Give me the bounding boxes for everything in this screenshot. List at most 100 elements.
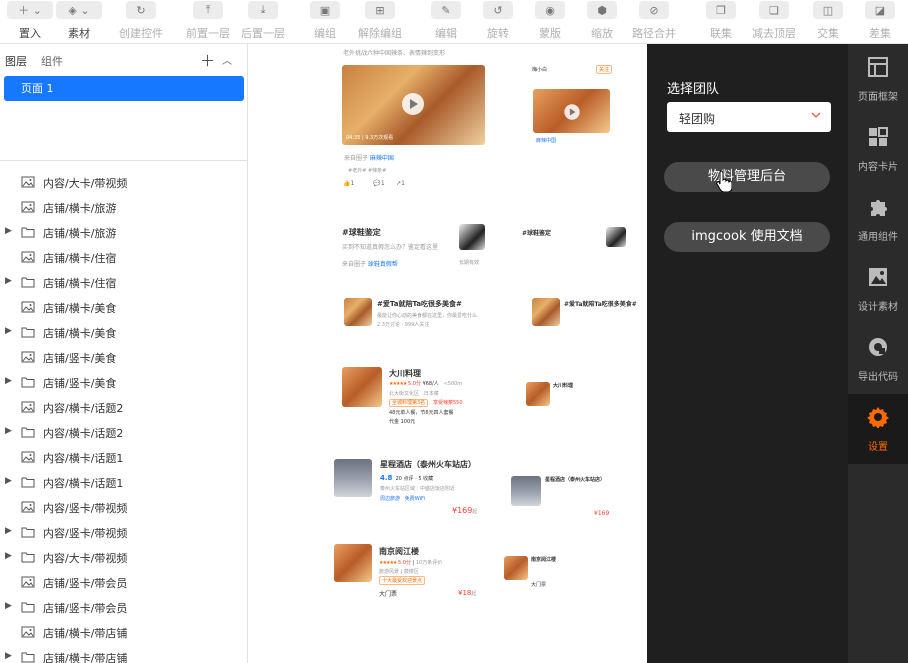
intersect-button[interactable]: ◫ 交集 bbox=[800, 0, 856, 44]
folder-icon bbox=[21, 227, 35, 238]
restaurant-deal1: 48元单人餐，节6元四人套餐 bbox=[389, 410, 454, 416]
layer-label: 店铺/横卡/带店铺 bbox=[43, 652, 128, 663]
video-thumbnail[interactable]: 04:35 | 9.3万次观看 bbox=[342, 65, 485, 145]
topic1-circle: 来自圈子 球鞋真假帮 bbox=[342, 261, 398, 268]
subtract-button[interactable]: ❏ 减去顶层 bbox=[746, 0, 802, 44]
nav-design-assets[interactable]: 设计素材 bbox=[848, 254, 908, 324]
layer-row[interactable]: ▶ 店铺/横卡/旅游 bbox=[0, 220, 247, 245]
layer-row[interactable]: 店铺/横卡/带店铺 bbox=[0, 620, 247, 645]
pavilion-name: 南京阅江楼 bbox=[379, 547, 419, 556]
expand-caret-icon[interactable]: ▶ bbox=[5, 601, 12, 611]
tab-components[interactable]: 组件 bbox=[41, 53, 63, 69]
layer-row[interactable]: ▶ 店铺/横卡/住宿 bbox=[0, 270, 247, 295]
layer-label: 店铺/竖卡/带会员 bbox=[43, 602, 128, 615]
nav-settings[interactable]: 设置 bbox=[848, 394, 908, 464]
docs-button[interactable]: imgcook 使用文档 bbox=[664, 222, 830, 252]
group-button[interactable]: ▣ 编组 bbox=[297, 0, 353, 44]
expand-caret-icon[interactable]: ▶ bbox=[5, 426, 12, 436]
shoe-thumbnail bbox=[459, 224, 485, 250]
layer-row[interactable]: 内容/大卡/带视频 bbox=[0, 170, 247, 195]
rotate-button[interactable]: ↺ 旋转 bbox=[470, 0, 526, 44]
layer-row[interactable]: ▶ 店铺/横卡/美食 bbox=[0, 320, 247, 345]
layer-row[interactable]: 店铺/横卡/住宿 bbox=[0, 245, 247, 270]
layer-row[interactable]: 店铺/竖卡/带会员 bbox=[0, 570, 247, 595]
pavilion-badge: 十大最受欢迎景点 bbox=[379, 576, 426, 585]
topic1-right: 长期有效 bbox=[459, 260, 480, 266]
video-actions[interactable]: 👍1 💬1 ↗1 bbox=[343, 180, 405, 187]
layer-row[interactable]: ▶ 店铺/竖卡/美食 bbox=[0, 370, 247, 395]
play-icon[interactable] bbox=[402, 93, 424, 115]
layer-row[interactable]: ▶ 店铺/横卡/带店铺 bbox=[0, 645, 247, 663]
send-backward-button[interactable]: ⤓ 后置一层 bbox=[235, 0, 291, 44]
expand-caret-icon[interactable]: ▶ bbox=[5, 551, 12, 561]
ungroup-button[interactable]: ⊞ 解除编组 bbox=[352, 0, 408, 44]
settings-panel: 选择团队 轻团购 物料管理后台 imgcook 使用文档 bbox=[647, 44, 848, 663]
chevron-up-icon[interactable]: ︿ bbox=[222, 52, 232, 67]
add-page-icon[interactable]: ＋ bbox=[200, 50, 215, 71]
mask-button[interactable]: ◉ 蒙版 bbox=[522, 0, 578, 44]
folder-icon bbox=[21, 327, 35, 338]
layer-label: 店铺/横卡/住宿 bbox=[43, 252, 117, 265]
material-admin-button[interactable]: 物料管理后台 bbox=[664, 162, 830, 192]
team-select[interactable]: 轻团购 bbox=[667, 102, 831, 132]
small-author: 梅小白 bbox=[532, 67, 548, 73]
layer-row[interactable]: ▶ 内容/竖卡/带视频 bbox=[0, 520, 247, 545]
layers-panel: 图层 组件 ＋ ︿ 页面 1 内容/大卡/带视频 店铺/横卡/旅游 ▶ 店铺/横卡/旅… bbox=[0, 44, 248, 663]
nav-content-card[interactable]: 内容卡片 bbox=[848, 114, 908, 184]
image-layer-icon bbox=[21, 176, 35, 188]
difference-button[interactable]: ◪ 差集 bbox=[852, 0, 908, 44]
create-control-button[interactable]: ↻ 创建控件 bbox=[113, 0, 169, 44]
select-team-label: 选择团队 bbox=[667, 82, 720, 97]
layer-label: 店铺/横卡/美食 bbox=[43, 327, 117, 340]
video-meta: 04:35 | 9.3万次观看 bbox=[346, 135, 394, 141]
small-video-thumbnail[interactable] bbox=[533, 89, 610, 133]
image-layer-icon bbox=[21, 201, 35, 213]
expand-caret-icon[interactable]: ▶ bbox=[5, 651, 12, 661]
expand-caret-icon[interactable]: ▶ bbox=[5, 476, 12, 486]
image-layer-icon bbox=[21, 451, 35, 463]
folder-icon bbox=[21, 552, 35, 563]
layer-row[interactable]: 店铺/横卡/美食 bbox=[0, 295, 247, 320]
hotel-location: 泰州火车站区域｜中盛店饭店附近 bbox=[380, 486, 456, 492]
layer-row[interactable]: ▶ 内容/大卡/带视频 bbox=[0, 545, 247, 570]
layer-row[interactable]: ▶ 内容/横卡/话题2 bbox=[0, 420, 247, 445]
topic1-desc: 买到不知道真假怎么办？鉴定看这里 bbox=[342, 244, 439, 251]
follow-badge[interactable]: 关注 bbox=[596, 65, 613, 74]
play-icon[interactable] bbox=[564, 104, 580, 120]
expand-caret-icon[interactable]: ▶ bbox=[5, 226, 12, 236]
expand-caret-icon[interactable]: ▶ bbox=[5, 326, 12, 336]
edit-button[interactable]: ✎ 编辑 bbox=[418, 0, 474, 44]
path-merge-icon: ⊘ bbox=[639, 1, 669, 19]
path-merge-button[interactable]: ⊘ 路径合并 bbox=[626, 0, 682, 44]
hotel-price-small: ¥169 bbox=[594, 510, 610, 517]
union-button[interactable]: ❐ 联集 bbox=[693, 0, 749, 44]
assets-button[interactable]: ◈ ⌄ 素材 bbox=[51, 0, 107, 44]
scale-button[interactable]: ⬢ 缩放 bbox=[574, 0, 630, 44]
layer-row[interactable]: 内容/横卡/话题2 bbox=[0, 395, 247, 420]
layer-label: 店铺/竖卡/带会员 bbox=[43, 577, 128, 590]
layer-row[interactable]: 内容/横卡/话题1 bbox=[0, 445, 247, 470]
place-button[interactable]: ＋ ⌄ 置入 bbox=[2, 0, 58, 44]
expand-caret-icon[interactable]: ▶ bbox=[5, 526, 12, 536]
design-canvas[interactable]: 老外挑战六种中国辣条、表情辣到变形 04:35 | 9.3万次观看 来自圈子 麻… bbox=[248, 44, 647, 663]
tab-layers[interactable]: 图层 bbox=[5, 53, 27, 69]
expand-caret-icon[interactable]: ▶ bbox=[5, 376, 12, 386]
nav-common-components[interactable]: 通用组件 bbox=[848, 184, 908, 254]
bring-forward-button[interactable]: ⤒ 前置一层 bbox=[180, 0, 236, 44]
layer-row[interactable]: 店铺/竖卡/美食 bbox=[0, 345, 247, 370]
layer-row[interactable]: ▶ 内容/横卡/话题1 bbox=[0, 470, 247, 495]
image-icon bbox=[869, 268, 887, 286]
restaurant-rating: ★★★★★ 5.0分 ¥68/人 <500m bbox=[389, 381, 463, 387]
nav-export-code[interactable]: 导出代码 bbox=[848, 324, 908, 394]
page-item[interactable]: 页面 1 bbox=[4, 76, 244, 101]
restaurant-promos: 全城料理第3名 享受辣菜550 bbox=[389, 399, 463, 407]
image-layer-icon bbox=[21, 301, 35, 313]
nav-page-frame[interactable]: 页面框架 bbox=[848, 44, 908, 114]
layer-row[interactable]: 店铺/横卡/旅游 bbox=[0, 195, 247, 220]
layer-row[interactable]: 内容/竖卡/带视频 bbox=[0, 495, 247, 520]
layer-row[interactable]: ▶ 店铺/竖卡/带会员 bbox=[0, 595, 247, 620]
expand-caret-icon[interactable]: ▶ bbox=[5, 276, 12, 286]
right-nav: 页面框架 内容卡片 通用组件 设计素材 导出代码 设置 bbox=[848, 44, 908, 663]
pavilion-ticket-small: 大门票 bbox=[531, 582, 547, 588]
video-tag: #老外# #辣条# bbox=[348, 168, 387, 174]
